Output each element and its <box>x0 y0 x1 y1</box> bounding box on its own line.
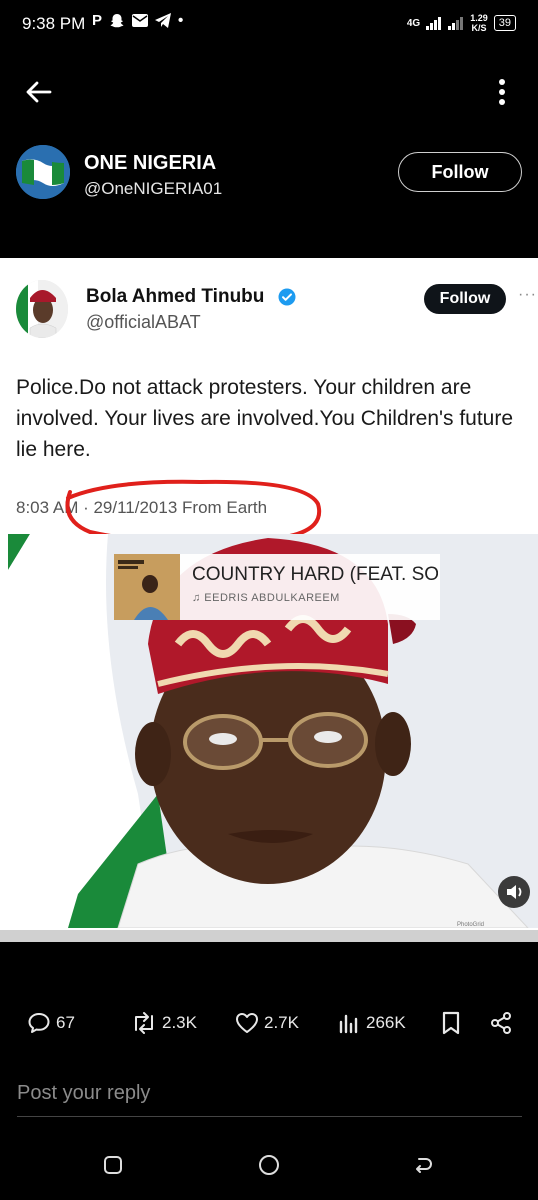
photogrid-watermark: PhotoGrid <box>457 922 485 928</box>
tweet-author-handle: @officialABAT <box>86 312 201 332</box>
repost-count: 2.3K <box>162 1013 197 1032</box>
system-nav-bar <box>0 1140 538 1200</box>
battery-icon: 39 <box>493 15 516 31</box>
snapchat-icon <box>110 13 124 27</box>
nav-back-icon[interactable] <box>412 1154 434 1176</box>
reply-input[interactable]: Post your reply <box>17 1082 150 1105</box>
reply-divider <box>17 1116 522 1117</box>
tweet-avatar <box>16 280 68 338</box>
home-icon[interactable] <box>257 1153 281 1177</box>
bookmark-button[interactable] <box>438 1010 464 1036</box>
share-button[interactable] <box>488 1010 514 1036</box>
music-sticker: COUNTRY HARD (FEAT. SOUN ♫ EEDRIS ABDULK… <box>114 554 440 620</box>
recent-apps-icon[interactable] <box>102 1154 124 1176</box>
reply-icon <box>28 1013 50 1033</box>
more-notifications-dot: • <box>178 12 184 29</box>
status-bar: 9:38 PM P • 4G 1.29 K/S 39 <box>0 0 538 48</box>
like-count: 2.7K <box>264 1013 299 1032</box>
like-button[interactable]: 2.7K <box>234 1010 299 1036</box>
signal-icon <box>426 17 442 30</box>
card-bottom-edge <box>0 930 538 942</box>
speed-value: 1.29 <box>470 13 488 23</box>
album-art-image <box>114 554 180 620</box>
music-title: COUNTRY HARD (FEAT. SOUN <box>192 564 438 585</box>
share-icon <box>491 1012 511 1034</box>
tinubu-avatar-image <box>16 280 68 338</box>
view-count: 266K <box>366 1013 406 1032</box>
views-button[interactable]: 266K <box>336 1010 406 1036</box>
more-options-icon[interactable] <box>492 76 512 108</box>
mail-icon <box>132 14 149 27</box>
album-art <box>114 554 180 620</box>
nigeria-flag-icon <box>16 145 70 199</box>
sound-toggle[interactable] <box>498 876 530 908</box>
status-time: 9:38 PM <box>22 14 86 33</box>
poster-avatar[interactable] <box>16 145 70 199</box>
telegram-icon <box>155 13 172 28</box>
heart-icon <box>236 1013 258 1033</box>
music-artist: ♫ EEDRIS ABDULKAREEM <box>192 592 340 604</box>
follow-button[interactable]: Follow <box>398 152 522 192</box>
tweet-author-name: Bola Ahmed Tinubu <box>86 286 265 307</box>
notification-icons: P • <box>92 12 183 29</box>
status-right: 4G 1.29 K/S 39 <box>407 13 516 33</box>
tweet-follow-label: Follow <box>424 284 506 314</box>
bookmark-icon <box>442 1011 460 1035</box>
poster-handle[interactable]: @OneNIGERIA01 <box>84 179 222 199</box>
tweet-follow-text: Follow <box>439 290 491 307</box>
repost-icon <box>135 1012 153 1034</box>
signal-2-icon <box>448 17 464 30</box>
verified-badge-icon <box>278 288 296 306</box>
network-type: 4G <box>406 17 421 29</box>
tweet-text: Police.Do not attack protesters. Your ch… <box>16 376 514 461</box>
p-app-icon: P <box>92 12 103 29</box>
speaker-icon <box>507 885 522 899</box>
repost-button[interactable]: 2.3K <box>130 1010 197 1036</box>
action-bar: 67 2.3K 2.7K 266K <box>0 1010 538 1046</box>
views-chart-icon <box>339 1014 358 1034</box>
network-speed: 1.29 K/S <box>470 13 488 33</box>
reply-count: 67 <box>56 1013 75 1032</box>
back-arrow-icon[interactable] <box>22 76 54 108</box>
speed-unit: K/S <box>471 23 487 33</box>
tweet-more-dots: ··· <box>518 286 537 303</box>
reply-button[interactable]: 67 <box>26 1010 75 1036</box>
post-image[interactable]: Bola Ahmed Tinubu @officialABAT Follow ·… <box>0 258 538 942</box>
poster-name[interactable]: ONE NIGERIA <box>84 152 216 175</box>
